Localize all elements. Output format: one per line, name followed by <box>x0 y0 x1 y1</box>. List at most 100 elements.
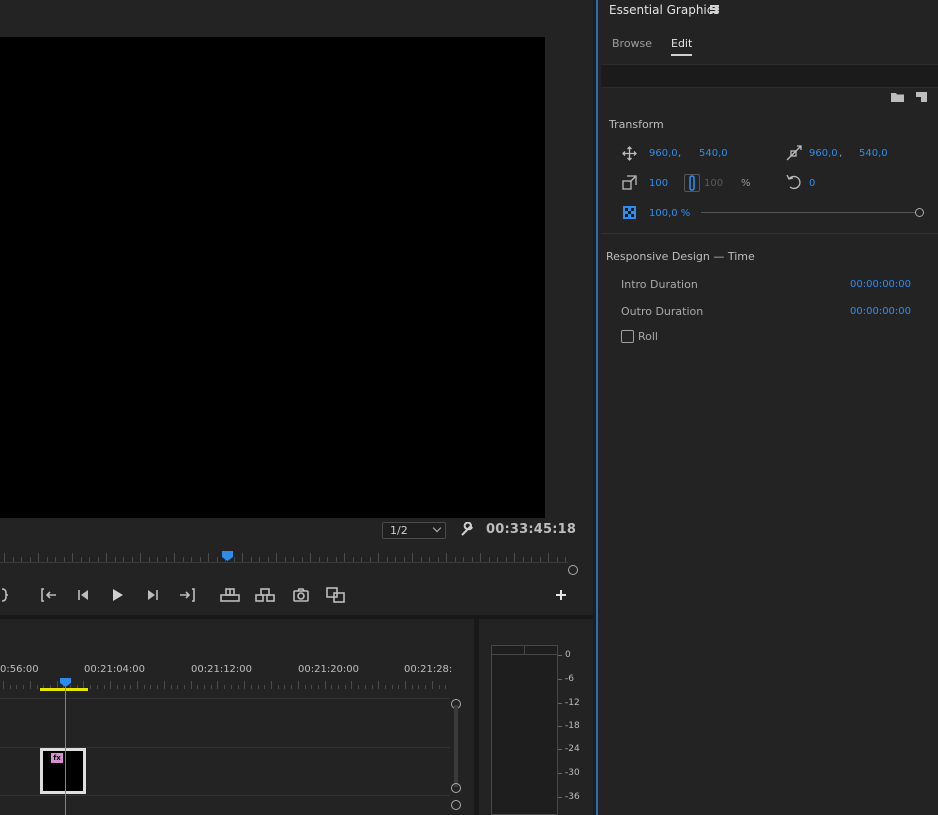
playhead-timecode[interactable]: 00:33:45:18 <box>486 522 576 537</box>
intro-duration-value[interactable]: 00:00:00:00 <box>850 279 911 290</box>
ruler-tick <box>425 685 427 689</box>
rotation-value[interactable]: 0 <box>809 178 815 189</box>
ruler-tick <box>317 685 319 689</box>
ruler-tick <box>96 685 98 689</box>
video-preview[interactable] <box>0 37 545 518</box>
outro-duration-value[interactable]: 00:00:00:00 <box>850 306 911 317</box>
anchor-y-value[interactable]: 540,0 <box>859 148 888 159</box>
opacity-value[interactable]: 100,0 % <box>649 208 690 219</box>
ruler-tick <box>16 685 18 689</box>
ruler-tick <box>63 557 65 562</box>
ruler-tick <box>38 553 39 562</box>
ruler-tick <box>23 685 25 689</box>
ruler-tick <box>531 557 532 562</box>
ruler-tick <box>514 553 515 562</box>
ruler-tick <box>250 685 252 689</box>
wrench-icon[interactable] <box>459 521 475 541</box>
ruler-tick <box>291 685 293 689</box>
ruler-tick <box>170 685 172 689</box>
db-tick <box>558 797 562 798</box>
lift-icon[interactable] <box>219 578 241 612</box>
step-forward-icon[interactable] <box>144 578 162 612</box>
ruler-tick <box>36 685 38 689</box>
comparison-view-icon[interactable] <box>325 578 347 612</box>
step-back-icon[interactable] <box>74 578 92 612</box>
scale-unit: % <box>741 178 751 189</box>
ruler-tick <box>539 557 541 562</box>
scale-value[interactable]: 100 <box>649 178 668 189</box>
ruler-tick <box>233 557 235 562</box>
ruler-tick <box>384 685 386 689</box>
scroll-handle-bottom[interactable] <box>451 783 461 793</box>
tab-browse[interactable]: Browse <box>612 37 652 50</box>
layer-list[interactable] <box>601 64 938 88</box>
transform-section-title: Transform <box>609 118 664 131</box>
ruler-tick <box>454 557 456 562</box>
roll-label: Roll <box>638 330 658 343</box>
monitor-zoom-handle[interactable] <box>568 565 578 575</box>
link-icon[interactable] <box>684 174 700 192</box>
timeline-ruler-label: 0:56:00 <box>0 664 39 675</box>
ruler-tick <box>97 557 99 562</box>
export-frame-icon[interactable] <box>291 578 311 612</box>
scroll-handle[interactable] <box>451 800 461 810</box>
ruler-tick <box>208 553 209 562</box>
ruler-tick <box>230 685 232 689</box>
ruler-tick <box>148 557 150 562</box>
timeline-ruler-label: 00:21:20:00 <box>298 664 360 675</box>
ruler-tick <box>331 685 333 689</box>
position-x-value[interactable]: 960,0 <box>649 148 678 159</box>
monitor-ruler-ticks <box>0 553 568 563</box>
ruler-tick <box>224 685 226 689</box>
ruler-tick <box>143 685 145 689</box>
ruler-tick <box>391 685 393 689</box>
new-layer-icon[interactable] <box>916 92 927 105</box>
ruler-tick <box>257 685 259 689</box>
opacity-slider-knob[interactable] <box>915 208 924 217</box>
ruler-tick <box>80 557 82 562</box>
db-tick <box>558 749 562 750</box>
graphic-clip[interactable]: fx <box>40 748 86 794</box>
play-icon[interactable] <box>108 578 126 612</box>
mark-out-icon[interactable] <box>0 578 10 612</box>
roll-checkbox[interactable] <box>621 330 634 343</box>
responsive-design-title: Responsive Design — Time <box>606 250 755 263</box>
add-button-icon[interactable] <box>551 578 571 612</box>
folder-icon[interactable] <box>891 92 904 105</box>
playback-resolution-select[interactable]: 1/2 <box>382 522 446 539</box>
ruler-tick <box>488 557 490 562</box>
ruler-tick <box>130 685 132 689</box>
ruler-tick <box>217 681 219 689</box>
ruler-tick <box>522 557 524 562</box>
db-label: -6 <box>565 674 574 684</box>
value-separator: , <box>839 148 843 159</box>
position-y-value[interactable]: 540,0 <box>699 148 728 159</box>
ruler-tick <box>140 553 141 562</box>
go-to-in-icon[interactable] <box>39 578 59 612</box>
ruler-tick <box>190 681 192 689</box>
db-tick <box>558 726 562 727</box>
tab-edit[interactable]: Edit <box>671 37 692 50</box>
ruler-tick <box>344 553 345 562</box>
opacity-icon <box>623 206 636 222</box>
ruler-tick <box>29 557 31 562</box>
ruler-tick <box>199 557 201 562</box>
ruler-tick <box>556 557 558 562</box>
anchor-x-value[interactable]: 960,0 <box>809 148 838 159</box>
timeline-vertical-scrollbar[interactable] <box>454 705 458 787</box>
panel-title[interactable]: Essential Graphics <box>609 3 720 17</box>
db-label: -30 <box>565 768 580 778</box>
ruler-tick <box>216 557 218 562</box>
ruler-tick <box>395 557 396 562</box>
go-to-out-icon[interactable] <box>176 578 198 612</box>
work-area-bar[interactable] <box>40 688 88 691</box>
active-tab-indicator <box>671 54 692 56</box>
ruler-tick <box>418 685 420 689</box>
extract-icon[interactable] <box>254 578 276 612</box>
opacity-slider[interactable] <box>701 212 917 213</box>
ruler-tick <box>378 553 379 562</box>
ruler-tick <box>352 557 354 562</box>
track-separator <box>0 795 450 796</box>
ruler-tick <box>403 557 405 562</box>
panel-menu-icon[interactable] <box>710 5 719 13</box>
